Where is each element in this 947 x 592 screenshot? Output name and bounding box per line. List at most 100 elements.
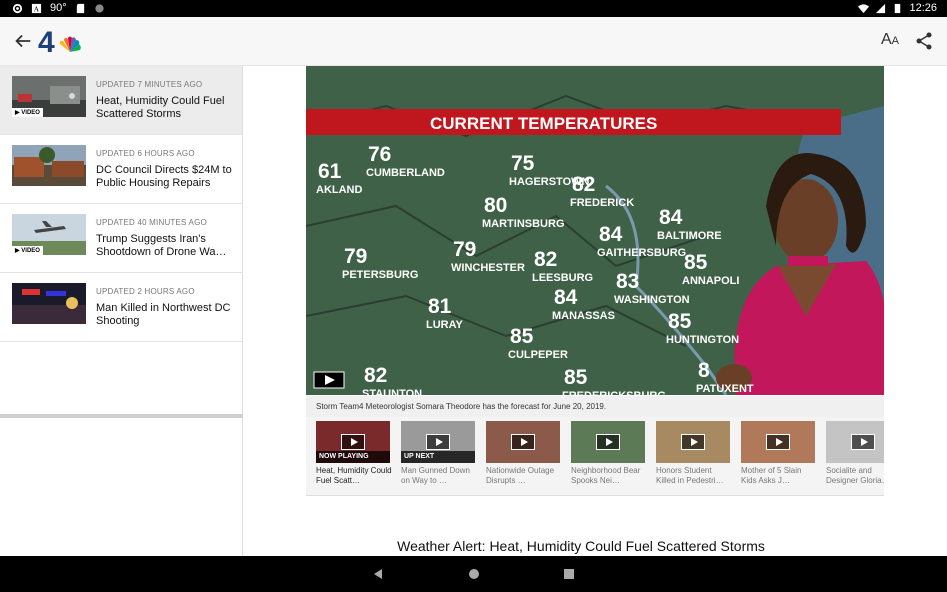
map-temperature: 85 [564,366,588,389]
signal-icon [876,3,886,13]
system-nav-bar [0,556,947,592]
status-temperature: 90° [50,2,67,14]
story-updated: UPDATED 6 HOURS AGO [96,149,195,158]
map-temperature: 85 [684,251,708,274]
playlist-item[interactable]: NOW PLAYING Heat, Humidity Could Fuel Sca… [316,421,392,486]
playlist-title: Man Gunned Down on Way to … [401,466,470,485]
playlist-thumbnail [741,421,815,463]
logo-number: 4 [38,26,55,58]
playlist-tag: UP NEXT [401,451,475,463]
playlist-title: Nationwide Outage Disrupts … [486,466,555,485]
video-playlist: NOW PLAYING Heat, Humidity Could Fuel Sca… [306,417,884,496]
status-time: 12:26 [909,2,937,14]
share-icon[interactable] [915,32,933,50]
font-size-button[interactable]: AA [881,31,899,49]
story-item[interactable]: UPDATED 6 HOURS AGO DC Council Directs $… [0,135,242,204]
article-headline: Weather Alert: Heat, Humidity Could Fuel… [397,538,765,554]
map-city-label: FREDERICK [570,197,634,209]
status-bar: A 90° 12:26 [0,0,947,17]
map-city-label: STAUNTON [362,388,422,395]
map-city-label: PATUXENT [696,383,754,395]
map-temperature: 85 [510,325,534,348]
map-temperature: 75 [511,152,535,175]
map-temperature: 80 [484,194,507,217]
story-list: ▶ VIDEO UPDATED 7 MINUTES AGO Heat, Humi… [0,66,243,556]
nyt-icon: A [31,3,42,13]
wifi-icon [858,3,870,13]
story-item[interactable]: ▶ VIDEO UPDATED 40 MINUTES AGO Trump Sug… [0,204,242,273]
playlist-thumbnail [571,421,645,463]
map-temperature: 8 [698,359,710,382]
video-banner: CURRENT TEMPERATURES [430,114,657,133]
circle-icon [95,3,104,13]
map-city-label: LURAY [426,319,464,331]
app-bar: 4 AA [0,17,947,66]
playlist-item[interactable]: Mother of 5 Slain Kids Asks J… [741,421,817,486]
home-circle-icon[interactable] [468,568,480,580]
map-city-label: WASHINGTON [614,294,690,306]
story-title: DC Council Directs $24M to Public Housin… [96,164,232,189]
back-triangle-icon[interactable] [372,568,384,580]
playlist-item[interactable]: Nationwide Outage Disrupts … [486,421,562,486]
play-icon [766,434,790,450]
play-icon [511,434,535,450]
video-badge: ▶ VIDEO [12,246,43,255]
sd-card-icon [76,3,84,13]
nbc-peacock-logo [59,36,81,52]
playlist-item[interactable]: Socialite and Designer Gloria… [826,421,884,486]
playlist-item[interactable]: UP NEXT Man Gunned Down on Way to … [401,421,477,486]
story-updated: UPDATED 2 HOURS AGO [96,287,195,296]
map-temperature: 82 [364,364,387,387]
svg-text:A: A [34,4,40,13]
font-size-small-label: A [891,35,899,47]
story-updated: UPDATED 40 MINUTES AGO [96,218,207,227]
map-temperature: 61 [318,160,342,183]
map-temperature: 83 [616,270,639,293]
playlist-title: Socialite and Designer Gloria… [826,466,884,485]
map-city-label: AKLAND [316,184,362,196]
play-icon [341,434,365,450]
map-temperature: 85 [668,310,692,333]
story-title: Trump Suggests Iran's Shootdown of Drone… [96,233,227,258]
playlist-title: Honors Student Killed in Pedestri… [656,466,724,485]
map-city-label: CULPEPER [508,349,568,361]
story-item[interactable]: UPDATED 2 HOURS AGO Man Killed in Northw… [0,273,242,342]
playlist-title: Neighborhood Bear Spooks Nei… [571,466,641,485]
map-temperature: 79 [453,238,476,261]
video-caption: Storm Team4 Meteorologist Somara Theodor… [306,396,884,417]
map-temperature: 84 [659,206,683,229]
map-city-label: FREDERICKSBURG [562,390,666,395]
story-thumbnail [12,283,86,324]
story-thumbnail: ▶ VIDEO [12,76,86,117]
map-city-label: MARTINSBURG [482,218,565,230]
map-temperature: 82 [572,173,595,196]
play-icon [851,434,875,450]
map-temperature: 84 [599,223,623,246]
map-city-label: ANNAPOLI [682,275,739,287]
recents-square-icon[interactable] [563,568,575,580]
map-temperature: 84 [554,286,578,309]
battery-icon [895,3,901,13]
play-icon [596,434,620,450]
map-city-label: WINCHESTER [451,262,525,274]
story-title: Man Killed in Northwest DC Shooting [96,302,231,327]
playlist-title: Mother of 5 Slain Kids Asks J… [741,466,802,485]
map-city-label: MANASSAS [552,310,615,322]
video-player[interactable]: CURRENT TEMPERATURES 61 AKLAND 76 CUMBERLAN… [306,66,884,395]
playlist-tag: NOW PLAYING [316,451,390,463]
nbc4-logo[interactable]: 4 [38,26,82,58]
map-city-label: PETERSBURG [342,269,418,281]
video-badge: ▶ VIDEO [12,108,43,117]
story-item[interactable]: ▶ VIDEO UPDATED 7 MINUTES AGO Heat, Humi… [0,66,242,135]
playlist-item[interactable]: Honors Student Killed in Pedestri… [656,421,732,486]
map-city-label: CUMBERLAND [366,167,445,179]
list-divider [0,414,243,418]
play-icon [681,434,705,450]
story-thumbnail [12,145,86,186]
map-city-label: BALTIMORE [657,230,722,242]
playlist-item[interactable]: Neighborhood Bear Spooks Nei… [571,421,647,486]
playlist-thumbnail: NOW PLAYING [316,421,390,463]
map-temperature: 76 [368,143,391,166]
back-arrow-icon[interactable] [12,30,34,52]
map-city-label: LEESBURG [532,272,593,284]
